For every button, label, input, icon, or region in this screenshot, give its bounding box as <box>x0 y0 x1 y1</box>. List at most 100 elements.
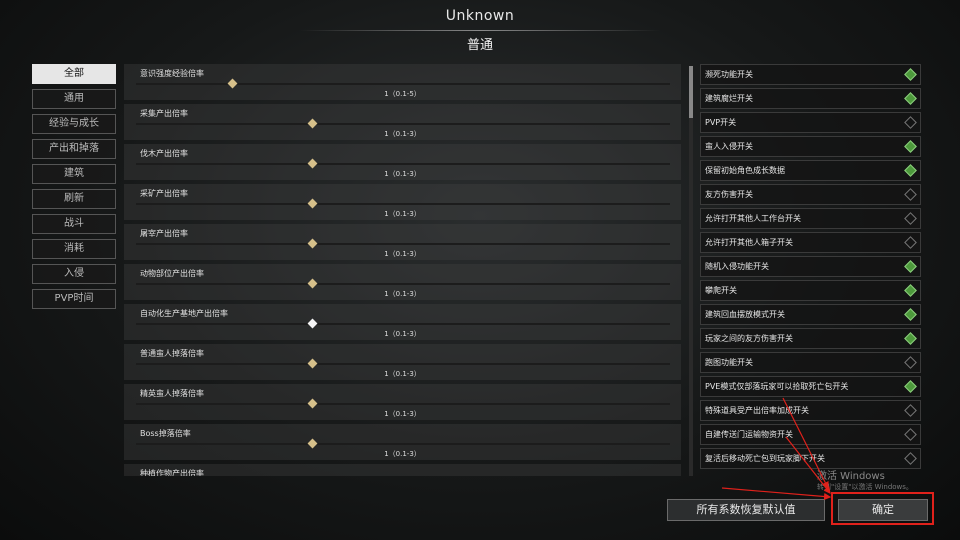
slider-thumb[interactable] <box>307 238 318 249</box>
sidebar-item[interactable]: 入侵 <box>32 264 116 284</box>
slider-thumb[interactable] <box>307 438 318 449</box>
toggle-row[interactable]: PVP开关 <box>700 112 921 133</box>
sidebar-item[interactable]: 通用 <box>32 89 116 109</box>
checkbox-unchecked-icon[interactable] <box>904 212 917 225</box>
checkbox-checked-icon[interactable] <box>904 92 917 105</box>
toggle-label: PVP开关 <box>705 118 737 127</box>
slider-track[interactable] <box>136 163 670 165</box>
slider-track[interactable] <box>136 323 670 325</box>
slider-thumb[interactable] <box>307 278 318 289</box>
checkbox-unchecked-icon[interactable] <box>904 404 917 417</box>
slider-thumb[interactable] <box>307 358 318 369</box>
slider-row: 自动化生产基地产出倍率 1（0.1-3） <box>124 304 681 340</box>
slider-label: 动物部位产出倍率 <box>140 269 204 278</box>
checkbox-unchecked-icon[interactable] <box>904 356 917 369</box>
toggle-row[interactable]: 建筑腐烂开关 <box>700 88 921 109</box>
slider-track[interactable] <box>136 203 670 205</box>
checkbox-unchecked-icon[interactable] <box>904 236 917 249</box>
toggle-row[interactable]: 濒死功能开关 <box>700 64 921 85</box>
slider-track[interactable] <box>136 243 670 245</box>
slider-value: 1（0.1-3） <box>124 449 681 459</box>
toggle-row[interactable]: 攀爬开关 <box>700 280 921 301</box>
sidebar-item[interactable]: 战斗 <box>32 214 116 234</box>
slider-label: 意识强度经验倍率 <box>140 69 204 78</box>
sidebar-item[interactable]: 建筑 <box>32 164 116 184</box>
checkbox-checked-icon[interactable] <box>904 164 917 177</box>
toggle-row[interactable]: 复活后移动死亡包到玩家脚下开关 <box>700 448 921 469</box>
slider-track[interactable] <box>136 403 670 405</box>
activation-watermark-title: 激活 Windows <box>817 471 885 482</box>
sidebar-item[interactable]: PVP时间 <box>32 289 116 309</box>
slider-row: 采矿产出倍率 1（0.1-3） <box>124 184 681 220</box>
toggle-label: 友方伤害开关 <box>705 190 753 199</box>
checkbox-checked-icon[interactable] <box>904 68 917 81</box>
slider-label: 屠宰产出倍率 <box>140 229 188 238</box>
toggle-label: 建筑回血摆放模式开关 <box>705 310 785 319</box>
toggle-row[interactable]: 允许打开其他人工作台开关 <box>700 208 921 229</box>
toggle-label: 跑图功能开关 <box>705 358 753 367</box>
checkbox-unchecked-icon[interactable] <box>904 188 917 201</box>
slider-thumb[interactable] <box>307 118 318 129</box>
sidebar-item[interactable]: 产出和掉落 <box>32 139 116 159</box>
toggle-row[interactable]: 建筑回血摆放模式开关 <box>700 304 921 325</box>
checkbox-checked-icon[interactable] <box>904 308 917 321</box>
scrollbar-thumb[interactable] <box>689 66 693 118</box>
checkbox-checked-icon[interactable] <box>904 140 917 153</box>
slider-thumb[interactable] <box>227 78 238 89</box>
slider-thumb[interactable] <box>307 318 318 329</box>
toggle-row[interactable]: 跑图功能开关 <box>700 352 921 373</box>
checkbox-unchecked-icon[interactable] <box>904 452 917 465</box>
page-title: Unknown <box>445 8 515 24</box>
toggle-row[interactable]: 保留初始角色成长数据 <box>700 160 921 181</box>
toggle-label: 玩家之间的友方伤害开关 <box>705 334 793 343</box>
toggle-row[interactable]: 特殊道具受产出倍率加成开关 <box>700 400 921 421</box>
toggle-label: 蛮人入侵开关 <box>705 142 753 151</box>
slider-value: 1（0.1-3） <box>124 129 681 139</box>
sidebar-item[interactable]: 刷新 <box>32 189 116 209</box>
reset-defaults-button[interactable]: 所有系数恢复默认值 <box>667 499 825 521</box>
toggle-row[interactable]: 友方伤害开关 <box>700 184 921 205</box>
slider-row: 种植作物产出倍率1（0.1-3） <box>124 464 681 476</box>
checkbox-unchecked-icon[interactable] <box>904 428 917 441</box>
checkbox-checked-icon[interactable] <box>904 332 917 345</box>
toggle-label: 攀爬开关 <box>705 286 737 295</box>
slider-track[interactable] <box>136 443 670 445</box>
slider-track[interactable] <box>136 123 670 125</box>
toggle-row[interactable]: 随机入侵功能开关 <box>700 256 921 277</box>
sidebar-item[interactable]: 消耗 <box>32 239 116 259</box>
toggle-label: 特殊道具受产出倍率加成开关 <box>705 406 809 415</box>
slider-label: Boss掉落倍率 <box>140 429 191 438</box>
slider-value-range: （0.1-3） <box>388 330 421 338</box>
slider-row: 精英蛮人掉落倍率 1（0.1-3） <box>124 384 681 420</box>
slider-thumb[interactable] <box>307 158 318 169</box>
confirm-button[interactable]: 确定 <box>838 499 928 521</box>
checkbox-checked-icon[interactable] <box>904 260 917 273</box>
slider-value: 1（0.1-3） <box>124 329 681 339</box>
toggle-row[interactable]: PVE模式仅部落玩家可以拾取死亡包开关 <box>700 376 921 397</box>
toggle-row[interactable]: 玩家之间的友方伤害开关 <box>700 328 921 349</box>
slider-value-range: （0.1-3） <box>388 250 421 258</box>
toggle-label: 建筑腐烂开关 <box>705 94 753 103</box>
slider-row: 意识强度经验倍率 1（0.1-5） <box>124 64 681 100</box>
slider-scrollbar[interactable] <box>689 66 693 476</box>
slider-track[interactable] <box>136 283 670 285</box>
slider-track[interactable] <box>136 83 670 85</box>
sidebar-item[interactable]: 经验与成长 <box>32 114 116 134</box>
toggle-label: 允许打开其他人工作台开关 <box>705 214 801 223</box>
sidebar-item[interactable]: 全部 <box>32 64 116 84</box>
toggle-row[interactable]: 自建传送门运输物资开关 <box>700 424 921 445</box>
slider-label: 采矿产出倍率 <box>140 189 188 198</box>
checkbox-checked-icon[interactable] <box>904 284 917 297</box>
checkbox-unchecked-icon[interactable] <box>904 116 917 129</box>
slider-thumb[interactable] <box>307 398 318 409</box>
slider-track[interactable] <box>136 363 670 365</box>
toggle-row[interactable]: 允许打开其他人箱子开关 <box>700 232 921 253</box>
toggle-list: 濒死功能开关建筑腐烂开关 PVP开关蛮人入侵开关保留初始角色成长数据友方伤害开关允… <box>700 64 921 472</box>
toggle-label: 允许打开其他人箱子开关 <box>705 238 793 247</box>
checkbox-checked-icon[interactable] <box>904 380 917 393</box>
slider-value-range: （0.1-3） <box>388 290 421 298</box>
slider-value-range: （0.1-3） <box>388 130 421 138</box>
slider-value: 1（0.1-3） <box>124 409 681 419</box>
slider-thumb[interactable] <box>307 198 318 209</box>
toggle-row[interactable]: 蛮人入侵开关 <box>700 136 921 157</box>
